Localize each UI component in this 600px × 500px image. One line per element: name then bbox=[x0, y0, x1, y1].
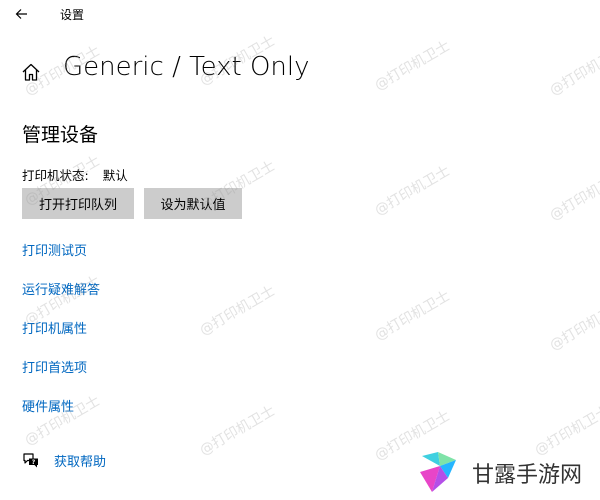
printing-preferences-link[interactable]: 打印首选项 bbox=[22, 357, 87, 376]
watermark: @打印机卫士 bbox=[372, 162, 453, 219]
section-title: 管理设备 bbox=[22, 124, 99, 146]
watermark: @打印机卫士 bbox=[197, 282, 278, 339]
title-bar: 设置 bbox=[0, 0, 600, 28]
help-chat-icon: ? bbox=[23, 453, 38, 468]
watermark: @打印机卫士 bbox=[547, 167, 600, 224]
page-title: Generic / Text Only bbox=[63, 52, 310, 82]
open-print-queue-button[interactable]: 打开打印队列 bbox=[22, 188, 134, 219]
print-test-page-link[interactable]: 打印测试页 bbox=[22, 240, 87, 259]
brand-logo-mark bbox=[420, 452, 456, 492]
watermark: @打印机卫士 bbox=[197, 402, 278, 459]
hardware-properties-link[interactable]: 硬件属性 bbox=[22, 396, 74, 415]
arrow-left-icon bbox=[15, 9, 27, 19]
watermark: @打印机卫士 bbox=[372, 37, 453, 94]
app-title: 设置 bbox=[60, 8, 85, 22]
watermark: @打印机卫士 bbox=[372, 287, 453, 344]
run-troubleshooter-link[interactable]: 运行疑难解答 bbox=[22, 279, 100, 298]
status-label: 打印机状态: bbox=[22, 168, 89, 183]
set-default-button[interactable]: 设为默认值 bbox=[144, 188, 242, 219]
printer-status: 打印机状态: 默认 bbox=[22, 165, 128, 184]
svg-text:?: ? bbox=[32, 459, 36, 466]
get-help-link[interactable]: 获取帮助 bbox=[54, 451, 106, 470]
back-button[interactable] bbox=[12, 4, 32, 24]
watermark: @打印机卫士 bbox=[547, 297, 600, 354]
home-icon[interactable] bbox=[20, 61, 42, 83]
brand-logo: 甘露手游网 bbox=[418, 448, 598, 498]
printer-properties-link[interactable]: 打印机属性 bbox=[22, 318, 87, 337]
brand-logo-text: 甘露手游网 bbox=[472, 463, 583, 488]
status-value: 默认 bbox=[102, 168, 128, 183]
watermark: @打印机卫士 bbox=[547, 42, 600, 99]
